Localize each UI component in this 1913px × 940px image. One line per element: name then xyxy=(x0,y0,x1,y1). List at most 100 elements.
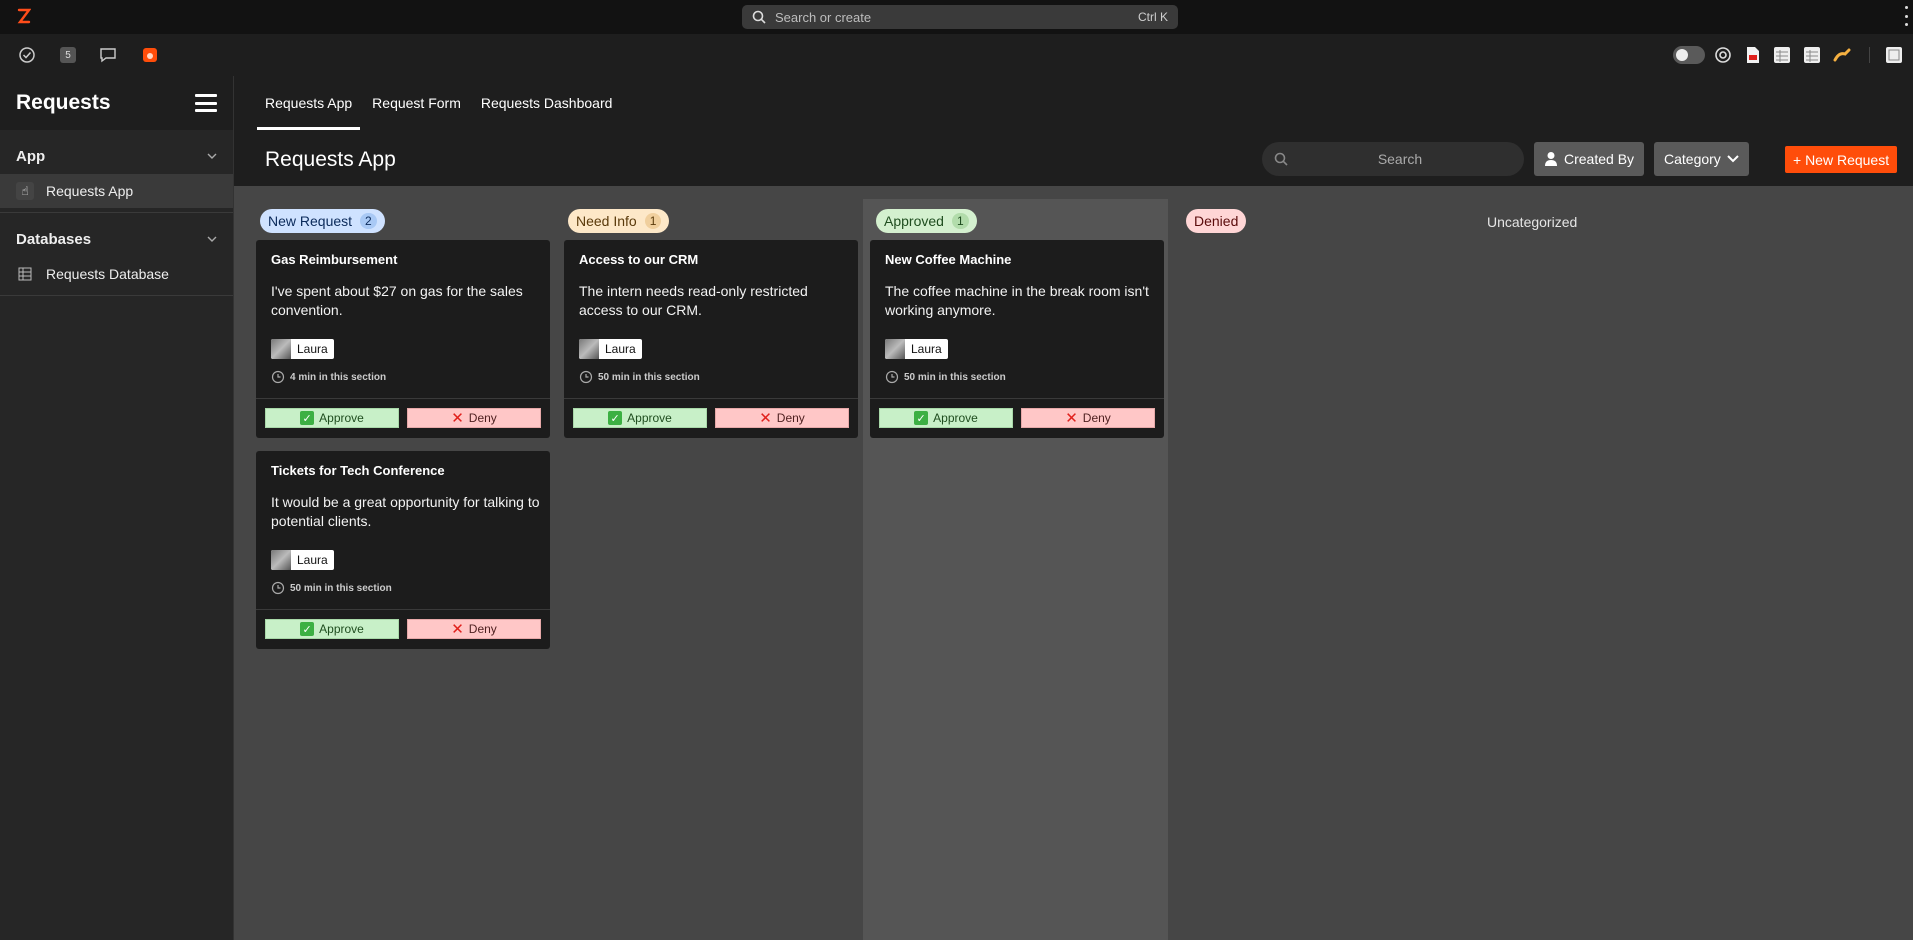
cross-icon: ✕ xyxy=(451,410,464,427)
global-search-bar[interactable]: Search or create Ctrl K xyxy=(742,5,1178,29)
time-in-section: 50 min in this section xyxy=(885,370,1006,384)
card-divider xyxy=(564,398,858,399)
board-search[interactable] xyxy=(1262,142,1524,176)
column-header: Approved 1 xyxy=(876,209,977,233)
new-request-button[interactable]: + New Request xyxy=(1785,146,1898,173)
app-logo-icon[interactable] xyxy=(17,7,32,25)
card-description: The coffee machine in the break room isn… xyxy=(885,283,1149,318)
pointing-hand-icon: ☝ xyxy=(16,182,34,200)
user-chip[interactable]: Laura xyxy=(271,339,334,359)
sidebar-title: Requests xyxy=(16,91,111,114)
column-count-badge: 1 xyxy=(951,213,969,229)
card-description: I've spent about $27 on gas for the sale… xyxy=(271,283,523,318)
card-divider xyxy=(256,609,550,610)
sidebar-item-label: Requests Database xyxy=(46,266,169,282)
clock-icon xyxy=(885,370,899,384)
search-icon xyxy=(752,10,766,24)
table-icon xyxy=(16,265,34,283)
card-divider xyxy=(870,398,1164,399)
approve-button[interactable]: ✓ Approve xyxy=(573,408,707,428)
tasks-check-icon[interactable] xyxy=(17,45,37,65)
sidebar-item-requests-database[interactable]: Requests Database xyxy=(0,257,233,291)
clock-icon xyxy=(579,370,593,384)
time-in-section: 50 min in this section xyxy=(579,370,700,384)
column-count-badge: 1 xyxy=(644,213,662,229)
sidebar-item-requests-app[interactable]: ☝ Requests App xyxy=(0,174,233,208)
clock-icon xyxy=(271,581,285,595)
tab-requests-app[interactable]: Requests App xyxy=(257,76,361,130)
deny-button[interactable]: ✕ Deny xyxy=(715,408,849,428)
page-title: Requests App xyxy=(265,148,396,171)
request-card[interactable]: Gas Reimbursement I've spent about $27 o… xyxy=(256,240,550,438)
kanban-board: New Request 2 Gas Reimbursement I've spe… xyxy=(234,186,1913,940)
main-header: Requests App Request Form Requests Dashb… xyxy=(234,76,1913,186)
cross-icon: ✕ xyxy=(759,410,772,427)
tab-request-form[interactable]: Request Form xyxy=(364,76,469,130)
search-icon xyxy=(1274,152,1288,166)
user-chip[interactable]: Laura xyxy=(579,339,642,359)
checkmark-icon: ✓ xyxy=(608,411,623,425)
global-search-placeholder: Search or create xyxy=(775,9,872,25)
approve-button[interactable]: ✓ Approve xyxy=(879,408,1013,428)
column-uncategorized: Uncategorized xyxy=(1487,214,1578,230)
sidebar-item-label: Requests App xyxy=(46,183,134,199)
document-icon[interactable] xyxy=(1743,45,1763,65)
toolbar-divider xyxy=(1869,47,1870,63)
avatar xyxy=(271,550,291,570)
deny-button[interactable]: ✕ Deny xyxy=(1021,408,1155,428)
card-title: Gas Reimbursement xyxy=(271,252,398,267)
request-card[interactable]: New Coffee Machine The coffee machine in… xyxy=(870,240,1164,438)
checkmark-icon: ✓ xyxy=(300,622,315,636)
card-description: It would be a great opportunity for talk… xyxy=(271,494,540,529)
cross-icon: ✕ xyxy=(451,621,464,638)
tab-bar: Requests App Request Form Requests Dashb… xyxy=(257,76,624,130)
writing-hand-icon[interactable] xyxy=(1832,45,1852,65)
tab-requests-dashboard[interactable]: Requests Dashboard xyxy=(473,76,621,130)
theme-toggle[interactable] xyxy=(1672,45,1706,65)
user-chip[interactable]: Laura xyxy=(885,339,948,359)
user-chip[interactable]: Laura xyxy=(271,550,334,570)
user-icon xyxy=(1545,152,1557,166)
help-lifebuoy-icon[interactable] xyxy=(1713,45,1733,65)
created-by-filter-button[interactable]: Created By xyxy=(1534,142,1645,176)
top-bar: Search or create Ctrl K xyxy=(0,0,1913,34)
deny-button[interactable]: ✕ Deny xyxy=(407,408,541,428)
comments-icon[interactable] xyxy=(98,45,118,65)
checkmark-icon: ✓ xyxy=(300,411,315,425)
deny-button[interactable]: ✕ Deny xyxy=(407,619,541,639)
more-menu-icon[interactable] xyxy=(1903,6,1909,26)
bug-report-icon[interactable] xyxy=(140,45,160,65)
spreadsheet-icon[interactable] xyxy=(1802,45,1822,65)
request-card[interactable]: Tickets for Tech Conference It would be … xyxy=(256,451,550,649)
time-in-section: 50 min in this section xyxy=(271,581,392,595)
cross-icon: ✕ xyxy=(1065,410,1078,427)
sidebar: Requests App ☝ Requests App Databases Re… xyxy=(0,76,234,940)
notifications-badge[interactable]: 5 xyxy=(58,45,78,65)
column-approved: Approved 1 New Coffee Machine The coffee… xyxy=(863,199,1168,940)
approve-button[interactable]: ✓ Approve xyxy=(265,619,399,639)
avatar xyxy=(885,339,905,359)
hamburger-menu-icon[interactable] xyxy=(195,94,217,112)
column-denied: Denied xyxy=(1180,199,1485,940)
panel-toggle-icon[interactable] xyxy=(1884,45,1904,65)
column-need-info: Need Info 1 Access to our CRM The intern… xyxy=(562,199,867,940)
chevron-down-icon xyxy=(207,236,217,242)
search-shortcut: Ctrl K xyxy=(1138,10,1168,24)
avatar xyxy=(271,339,291,359)
sidebar-divider xyxy=(0,295,233,296)
request-card[interactable]: Access to our CRM The intern needs read-… xyxy=(564,240,858,438)
approve-button[interactable]: ✓ Approve xyxy=(265,408,399,428)
clock-icon xyxy=(271,370,285,384)
chevron-down-icon xyxy=(1727,155,1739,163)
column-new-request: New Request 2 Gas Reimbursement I've spe… xyxy=(254,199,559,940)
table-view-icon[interactable] xyxy=(1772,45,1792,65)
search-input[interactable] xyxy=(1288,151,1512,167)
sidebar-divider xyxy=(0,212,233,213)
sidebar-section-databases[interactable]: Databases xyxy=(0,221,233,257)
time-in-section: 4 min in this section xyxy=(271,370,386,384)
sidebar-section-app[interactable]: App xyxy=(0,138,233,174)
card-description: The intern needs read-only restricted ac… xyxy=(579,283,808,318)
avatar xyxy=(579,339,599,359)
category-dropdown[interactable]: Category xyxy=(1654,142,1749,176)
chevron-down-icon xyxy=(207,153,217,159)
